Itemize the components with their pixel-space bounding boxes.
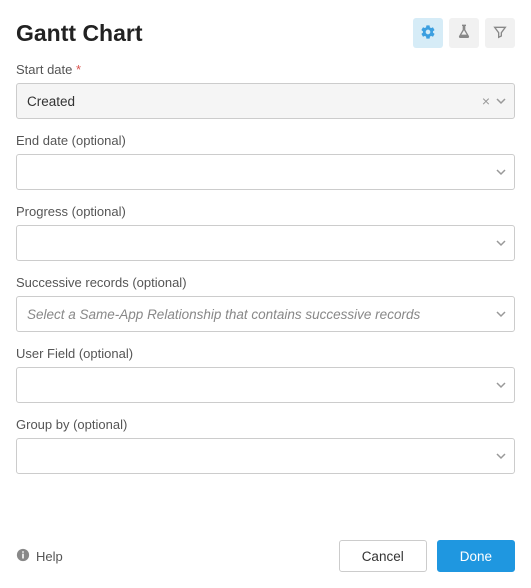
end-date-label: End date (optional): [16, 133, 515, 148]
header-actions: [413, 18, 515, 48]
chevron-down-icon: [496, 167, 506, 177]
filter-button[interactable]: [485, 18, 515, 48]
gear-icon: [420, 24, 436, 43]
cancel-button[interactable]: Cancel: [339, 540, 427, 572]
field-user: User Field (optional): [16, 346, 515, 403]
flask-icon: [456, 24, 472, 43]
group-by-select[interactable]: [16, 438, 515, 474]
field-successive: Successive records (optional) Select a S…: [16, 275, 515, 332]
end-date-select[interactable]: [16, 154, 515, 190]
chevron-down-icon: [496, 96, 506, 106]
footer-buttons: Cancel Done: [339, 540, 515, 572]
settings-button[interactable]: [413, 18, 443, 48]
dialog-root: Gantt Chart Start date * Created: [0, 0, 531, 588]
successive-label: Successive records (optional): [16, 275, 515, 290]
successive-select[interactable]: Select a Same-App Relationship that cont…: [16, 296, 515, 332]
group-by-label: Group by (optional): [16, 417, 515, 432]
field-start-date: Start date * Created ×: [16, 62, 515, 119]
done-button[interactable]: Done: [437, 540, 515, 572]
user-field-label: User Field (optional): [16, 346, 515, 361]
info-icon: [16, 548, 30, 565]
start-date-label: Start date *: [16, 62, 515, 77]
chevron-down-icon: [496, 309, 506, 319]
start-date-label-text: Start date: [16, 62, 72, 77]
progress-select[interactable]: [16, 225, 515, 261]
page-title: Gantt Chart: [16, 20, 143, 47]
start-date-select[interactable]: Created ×: [16, 83, 515, 119]
field-end-date: End date (optional): [16, 133, 515, 190]
footer: Help Cancel Done: [16, 530, 515, 572]
lab-button[interactable]: [449, 18, 479, 48]
user-field-select[interactable]: [16, 367, 515, 403]
header: Gantt Chart: [16, 18, 515, 48]
funnel-icon: [492, 24, 508, 43]
chevron-down-icon: [496, 380, 506, 390]
progress-label: Progress (optional): [16, 204, 515, 219]
chevron-down-icon: [496, 451, 506, 461]
chevron-down-icon: [496, 238, 506, 248]
field-progress: Progress (optional): [16, 204, 515, 261]
start-date-value: Created: [27, 94, 474, 109]
help-label: Help: [36, 549, 63, 564]
required-asterisk: *: [76, 62, 81, 77]
field-group-by: Group by (optional): [16, 417, 515, 474]
successive-placeholder: Select a Same-App Relationship that cont…: [27, 307, 474, 322]
help-link[interactable]: Help: [16, 548, 63, 565]
clear-icon[interactable]: ×: [482, 94, 490, 108]
